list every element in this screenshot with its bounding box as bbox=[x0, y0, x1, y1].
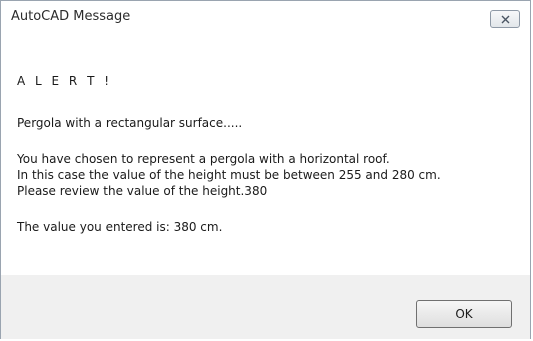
message-line: Please review the value of the height.38… bbox=[17, 184, 268, 198]
message-line: The value you entered is: 380 cm. bbox=[17, 220, 223, 234]
message-line: In this case the value of the height mus… bbox=[17, 168, 441, 182]
dialog-title: AutoCAD Message bbox=[11, 9, 131, 24]
close-icon bbox=[501, 15, 510, 24]
message-dialog: AutoCAD Message A L E R T ! Pergola with… bbox=[0, 0, 531, 339]
message-body: A L E R T ! Pergola with a rectangular s… bbox=[1, 35, 530, 275]
ok-button[interactable]: OK bbox=[416, 300, 512, 328]
title-bar: AutoCAD Message bbox=[1, 1, 530, 36]
close-button[interactable] bbox=[490, 10, 520, 28]
message-line: You have chosen to represent a pergola w… bbox=[17, 152, 390, 166]
message-line: Pergola with a rectangular surface..... bbox=[17, 116, 243, 130]
alert-heading: A L E R T ! bbox=[17, 74, 113, 88]
button-bar: OK bbox=[1, 275, 530, 339]
